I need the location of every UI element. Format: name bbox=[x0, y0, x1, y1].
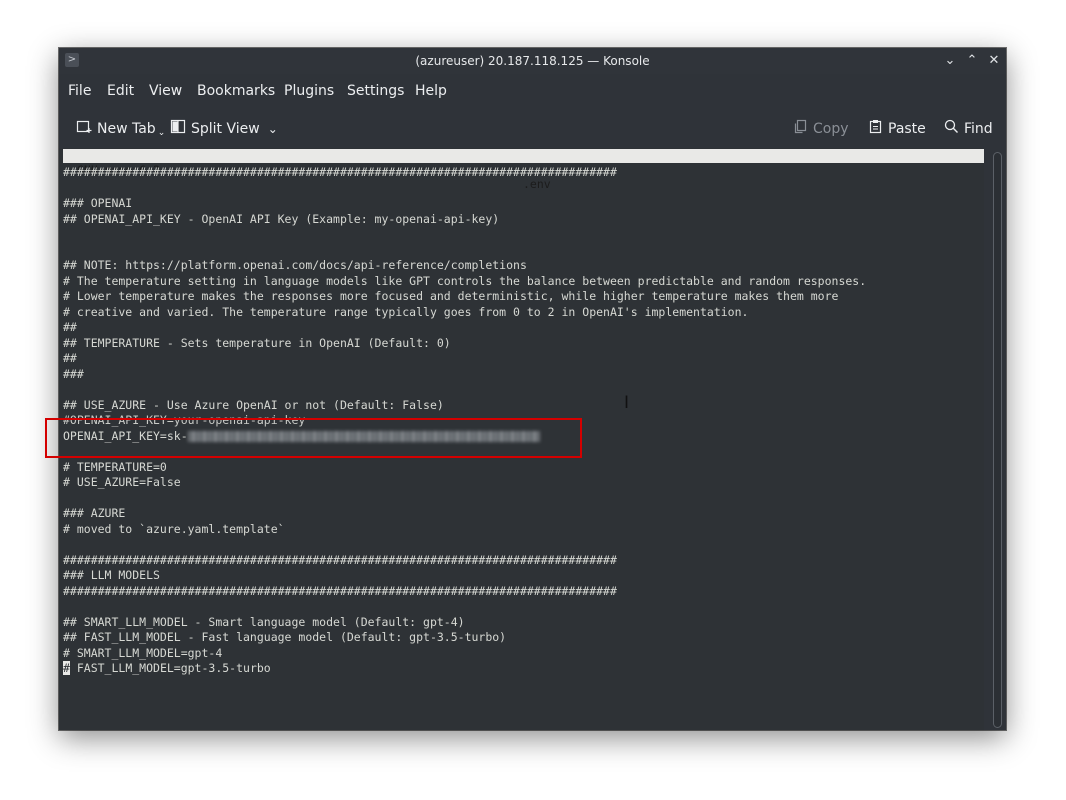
editor-line[interactable]: ## TEMPERATURE - Sets temperature in Ope… bbox=[63, 336, 451, 352]
toolbar: New Tab ⌄ Split View ⌄ Copy Paste Find bbox=[59, 113, 1006, 143]
scrollbar-track[interactable] bbox=[993, 152, 1002, 728]
text-cursor-icon: I bbox=[624, 393, 630, 413]
konsole-window: > (azureuser) 20.187.118.125 — Konsole ⌄… bbox=[59, 48, 1006, 730]
editor-line[interactable]: ########################################… bbox=[63, 584, 617, 600]
menu-settings[interactable]: Settings bbox=[347, 83, 404, 99]
menu-bookmarks[interactable]: Bookmarks bbox=[197, 83, 275, 99]
editor-line[interactable]: ### bbox=[63, 367, 84, 383]
new-tab-label: New Tab bbox=[97, 120, 156, 137]
editor-line[interactable]: ## FAST_LLM_MODEL - Fast language model … bbox=[63, 630, 506, 646]
editor-line[interactable]: ########################################… bbox=[63, 553, 617, 569]
editor-line[interactable]: # TEMPERATURE=0 bbox=[63, 460, 167, 476]
editor-line[interactable]: ## bbox=[63, 320, 77, 336]
minimize-icon[interactable]: ⌄ bbox=[941, 52, 959, 70]
nano-title-bar: GNU nano 6.2 .env bbox=[63, 149, 984, 191]
editor-line[interactable]: ## bbox=[63, 351, 77, 367]
editor-line[interactable]: ## OPENAI_API_KEY - OpenAI API Key (Exam… bbox=[63, 212, 499, 228]
title-bar[interactable]: > (azureuser) 20.187.118.125 — Konsole ⌄… bbox=[59, 48, 1006, 74]
vertical-scrollbar[interactable] bbox=[989, 148, 1006, 730]
new-tab-icon bbox=[76, 119, 92, 138]
editor-line[interactable]: # Lower temperature makes the responses … bbox=[63, 289, 838, 305]
menu-edit[interactable]: Edit bbox=[107, 83, 134, 99]
menu-plugins[interactable]: Plugins bbox=[284, 83, 334, 99]
menu-view[interactable]: View bbox=[149, 83, 182, 99]
window-title: (azureuser) 20.187.118.125 — Konsole bbox=[415, 54, 650, 68]
editor-line[interactable]: # moved to `azure.yaml.template` bbox=[63, 522, 285, 538]
editor-line-text: FAST_LLM_MODEL=gpt-3.5-turbo bbox=[69, 661, 271, 675]
menu-bar: File Edit View Bookmarks Plugins Setting… bbox=[59, 78, 1006, 104]
text-cursor: # bbox=[63, 661, 70, 675]
find-label: Find bbox=[964, 120, 993, 137]
paste-button[interactable]: Paste bbox=[868, 119, 926, 138]
split-view-button[interactable]: Split View ⌄ bbox=[170, 119, 278, 138]
editor-line[interactable]: # creative and varied. The temperature r… bbox=[63, 305, 748, 321]
editor-line[interactable]: ### AZURE bbox=[63, 506, 125, 522]
editor-line[interactable]: # FAST_LLM_MODEL=gpt-3.5-turbo bbox=[63, 661, 271, 677]
editor-line[interactable]: ## NOTE: https://platform.openai.com/doc… bbox=[63, 258, 527, 274]
editor-line[interactable]: ### OPENAI bbox=[63, 196, 132, 212]
editor-line[interactable]: # SMART_LLM_MODEL=gpt-4 bbox=[63, 646, 222, 662]
menu-file[interactable]: File bbox=[68, 83, 91, 99]
paste-icon bbox=[868, 119, 883, 138]
editor-line[interactable]: # The temperature setting in language mo… bbox=[63, 274, 866, 290]
close-icon[interactable]: ✕ bbox=[985, 52, 1003, 70]
new-tab-button[interactable]: New Tab ⌄ bbox=[76, 119, 165, 138]
split-view-chevron-down-icon: ⌄ bbox=[267, 121, 278, 136]
split-view-label: Split View bbox=[191, 120, 260, 137]
search-icon bbox=[944, 119, 959, 138]
split-view-icon bbox=[170, 119, 186, 138]
find-button[interactable]: Find bbox=[944, 119, 993, 138]
copy-icon bbox=[793, 119, 808, 138]
menu-help[interactable]: Help bbox=[415, 83, 447, 99]
new-tab-dropdown-icon: ⌄ bbox=[157, 127, 166, 138]
editor-line[interactable]: ########################################… bbox=[63, 165, 617, 181]
editor-line[interactable]: # USE_AZURE=False bbox=[63, 475, 181, 491]
paste-label: Paste bbox=[888, 120, 926, 137]
copy-label: Copy bbox=[813, 120, 849, 137]
maximize-icon[interactable]: ⌃ bbox=[963, 52, 981, 70]
copy-button[interactable]: Copy bbox=[793, 119, 849, 138]
editor-line[interactable]: ### LLM MODELS bbox=[63, 568, 160, 584]
red-highlight-box bbox=[45, 418, 582, 458]
editor-line[interactable]: ## SMART_LLM_MODEL - Smart language mode… bbox=[63, 615, 465, 631]
editor-line[interactable]: ## USE_AZURE - Use Azure OpenAI or not (… bbox=[63, 398, 444, 414]
